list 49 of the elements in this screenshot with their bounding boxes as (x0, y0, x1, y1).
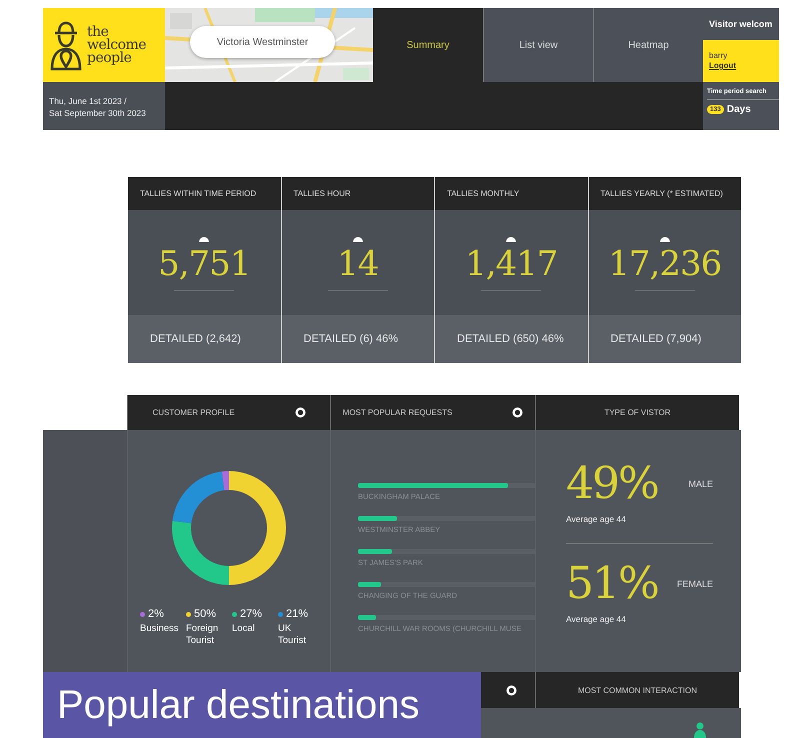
gender-percent: 49% (566, 458, 658, 509)
legend-label: Foreign Tourist (186, 623, 220, 647)
legend-value: 50% (194, 608, 216, 620)
toggle-icon[interactable] (512, 407, 524, 418)
caption-banner: Popular destinations (43, 672, 481, 738)
tally-title: TALLIES YEARLY (* ESTIMATED) (600, 189, 723, 198)
nav-tab[interactable]: Heatmap (593, 8, 703, 82)
tally-value: 1,417 (465, 244, 558, 284)
legend-label: UK Tourist (278, 623, 307, 647)
legend-value: 27% (240, 608, 262, 620)
tally-detail: DETAILED (7,904) (610, 333, 702, 345)
gender-percent: 51% (566, 558, 658, 609)
tally-value: 14 (337, 244, 378, 284)
search-field[interactable]: Victoria Westminster (190, 26, 335, 58)
gender-label: FEMALE (676, 578, 713, 588)
date-range: Thu, June 1st 2023 / Sat September 30th 2023 (49, 96, 146, 118)
dome-icon (505, 234, 518, 242)
legend-value: 21% (286, 608, 308, 620)
username: barry (709, 51, 728, 61)
tally-detail: DETAILED (6) 46% (304, 333, 398, 345)
dome-icon (352, 234, 364, 242)
tally-title: TALLIES MONTHLY (447, 189, 520, 198)
toggle-icon[interactable] (294, 407, 306, 418)
toggle-icon[interactable] (506, 684, 517, 696)
tally-value: 5,751 (158, 244, 250, 284)
logo-text: the welcome people (87, 26, 146, 64)
tally-detail: DETAILED (2,642) (150, 333, 241, 345)
person-icon (693, 722, 707, 738)
average-age: Average age 44 (566, 614, 626, 624)
tally-detail: DETAILED (650) 46% (457, 333, 564, 345)
legend-label: Local (232, 623, 256, 635)
person-pin-icon (49, 19, 83, 71)
legend-label: Business (140, 623, 180, 635)
panel-title: TYPE OF VISTOR (604, 408, 671, 417)
visitor-title: Visitor welcom (703, 8, 779, 40)
panel-title: MOST POPULAR REQUESTS (342, 408, 452, 417)
panel-title: CUSTOMER PROFILE (152, 408, 235, 417)
days-label: Days (726, 104, 751, 115)
tally-value: 17,236 (608, 244, 722, 284)
average-age: Average age 44 (566, 514, 626, 524)
dome-icon (198, 234, 210, 242)
nav-tab[interactable]: List view (483, 8, 593, 82)
gender-label: MALE (688, 478, 713, 488)
panel-title: MOST COMMON INTERACTION (578, 686, 697, 694)
logout-link[interactable]: Logout (709, 61, 779, 71)
tally-title: TALLIES HOUR (294, 189, 351, 198)
tally-title: TALLIES WITHIN TIME PERIOD (140, 189, 256, 198)
legend-value: 2% (148, 608, 164, 620)
dome-icon (658, 234, 671, 242)
